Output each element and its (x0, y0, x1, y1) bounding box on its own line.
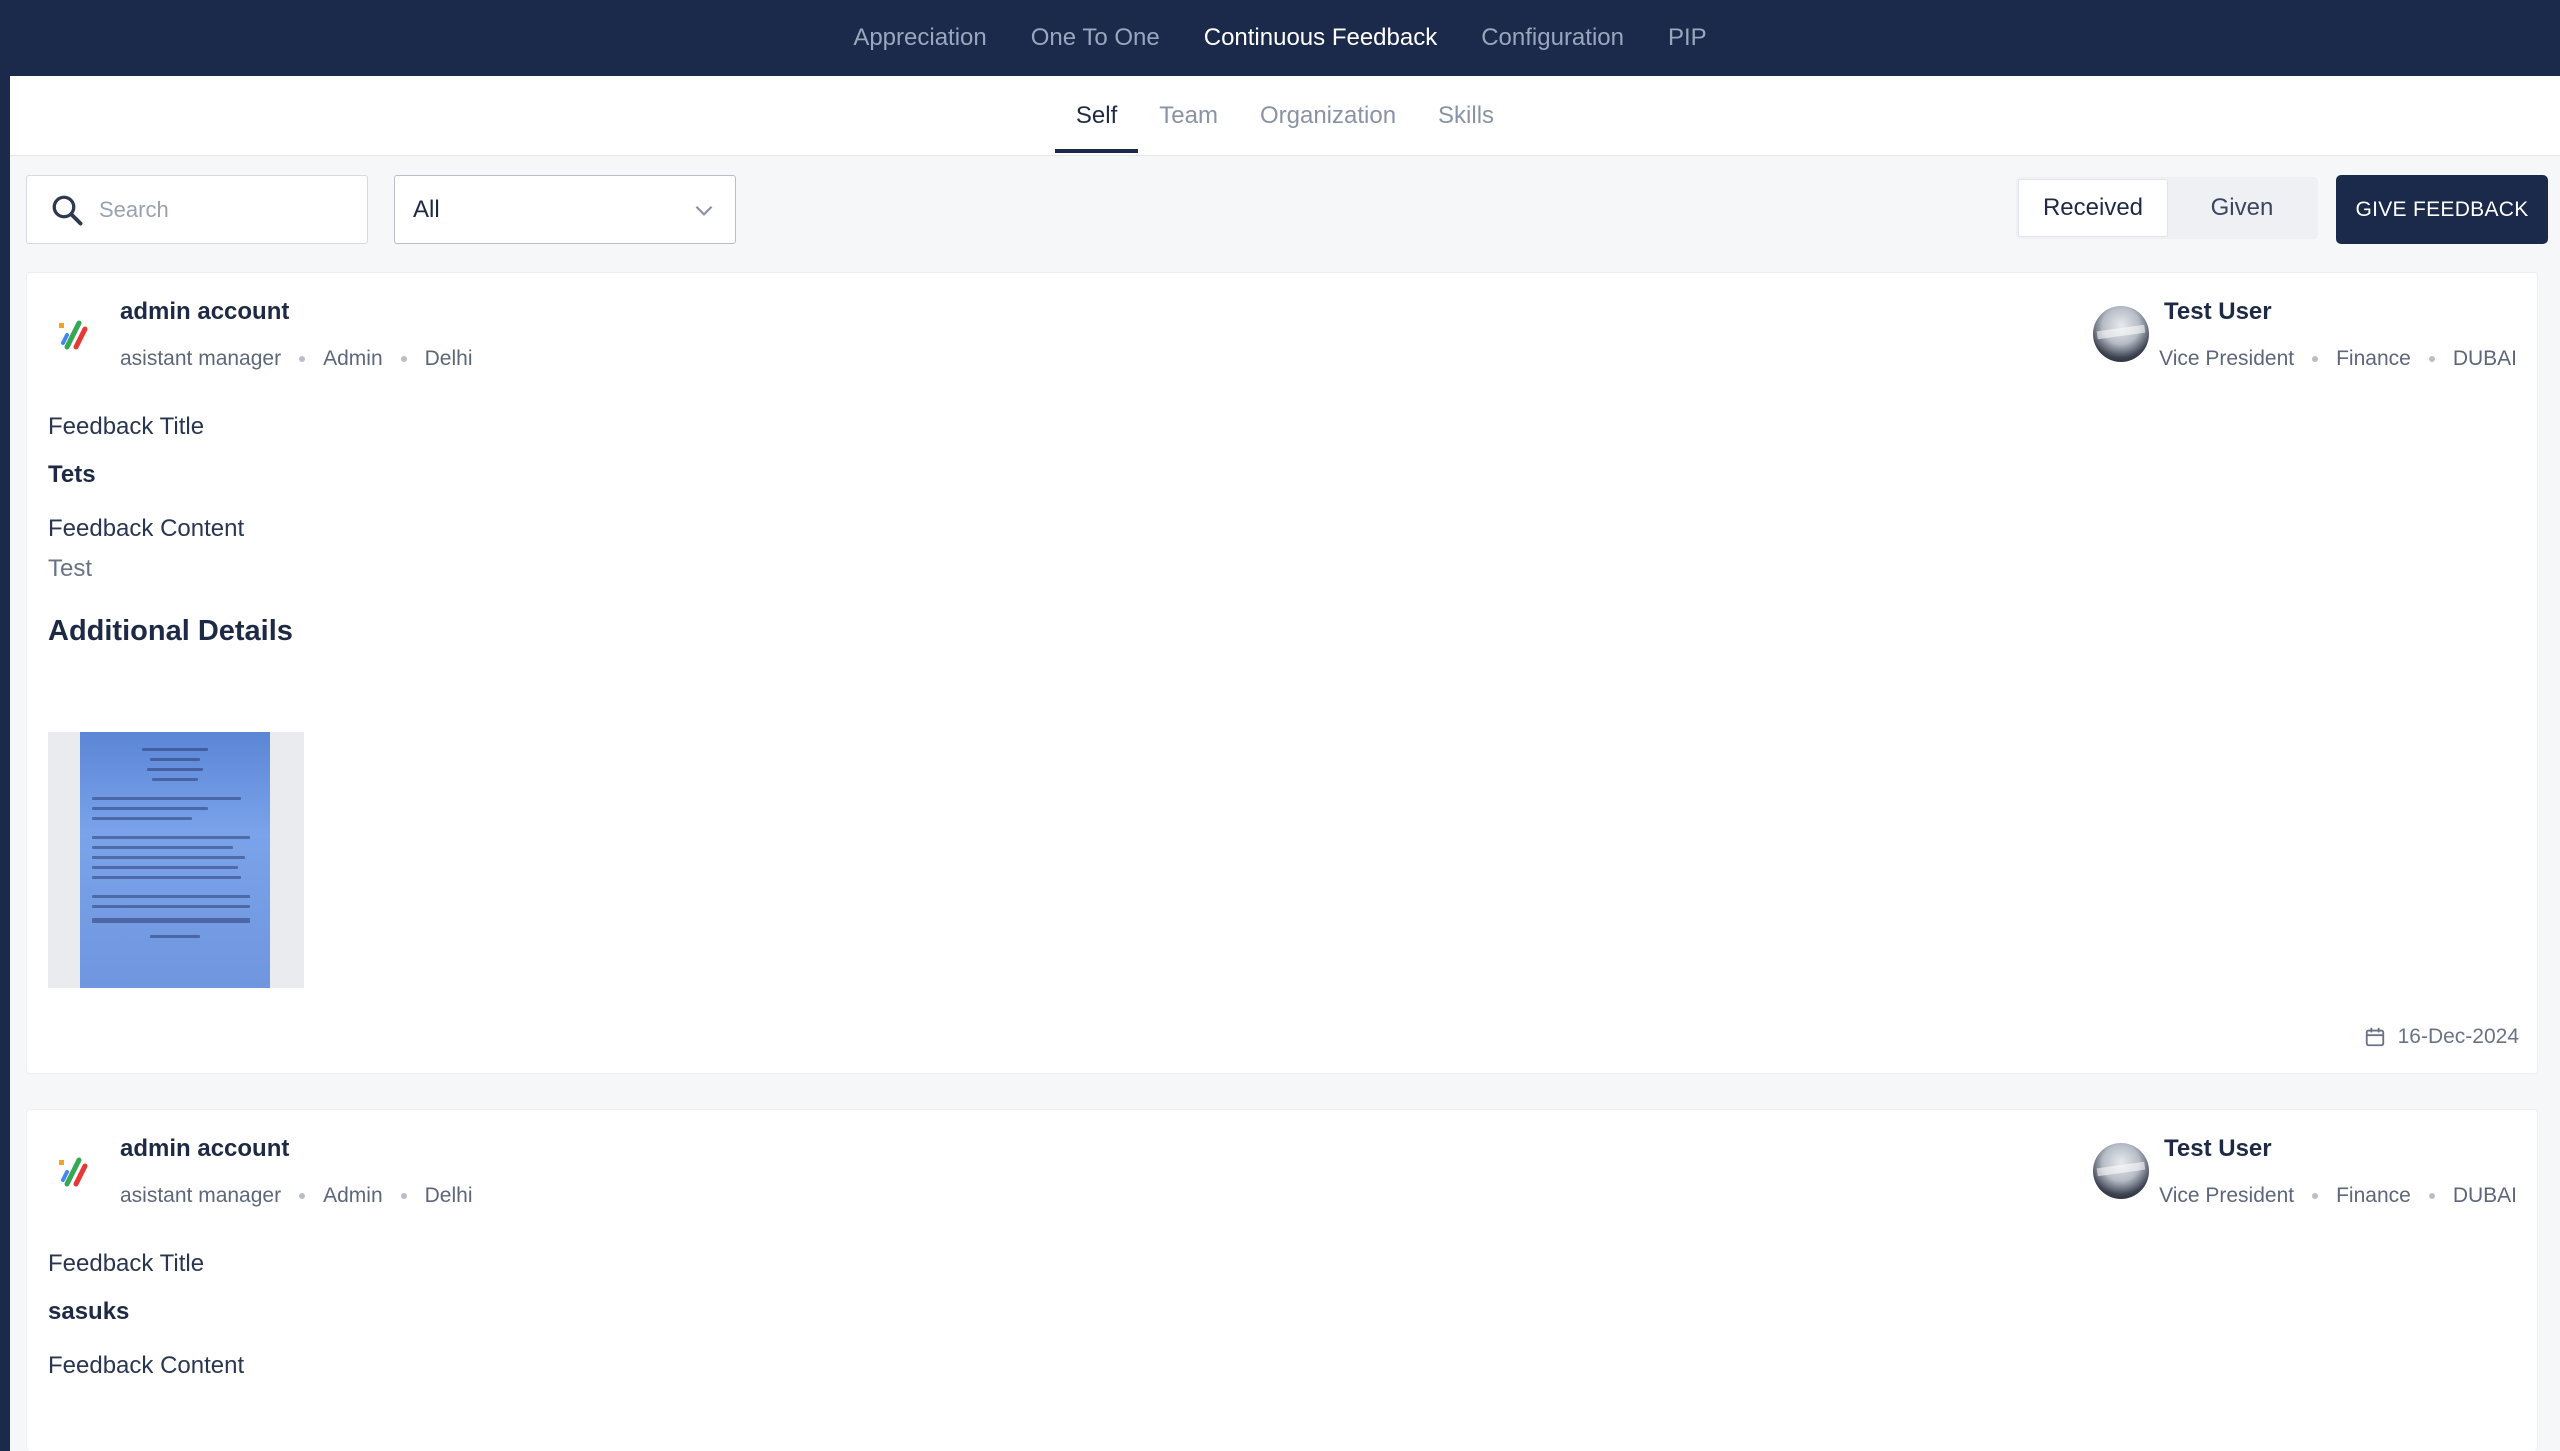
sub-tabs: Self Team Organization Skills (10, 76, 2560, 156)
separator-dot (299, 1193, 306, 1199)
receiver-location: DUBAI (2452, 1184, 2517, 1207)
receiver-designation: Vice President (2159, 347, 2295, 370)
tab-organization[interactable]: Organization (1239, 76, 1417, 155)
feedback-title: sasuks (48, 1298, 130, 1325)
nav-appreciation[interactable]: Appreciation (853, 24, 986, 52)
feedback-card: admin account asistant manager Admin Del… (26, 1109, 2538, 1451)
receiver-meta: Vice President Finance DUBAI (2159, 1184, 2517, 1208)
separator-dot (2428, 1193, 2435, 1199)
search-icon (52, 195, 83, 225)
give-feedback-button[interactable]: GIVE FEEDBACK (2336, 175, 2548, 244)
receiver-name: Test User (2164, 1135, 2272, 1162)
separator-dot (400, 356, 407, 362)
giver-location: Delhi (424, 1184, 473, 1207)
filter-select-value: All (413, 195, 440, 223)
calendar-icon (2365, 1027, 2384, 1047)
feedback-date-text: 16-Dec-2024 (2397, 1025, 2519, 1048)
feedback-content-label: Feedback Content (48, 515, 245, 542)
nav-pip[interactable]: PIP (1668, 24, 1707, 52)
receiver-name: Test User (2164, 298, 2272, 325)
tab-self[interactable]: Self (1054, 76, 1139, 155)
filter-select[interactable]: All (394, 175, 736, 244)
attachment-thumbnail[interactable] (48, 732, 304, 988)
separator-dot (400, 1193, 407, 1199)
additional-details-heading: Additional Details (48, 615, 293, 647)
giver-designation: asistant manager (120, 347, 282, 370)
feedback-title-label: Feedback Title (48, 413, 205, 440)
tab-skills[interactable]: Skills (1417, 76, 1515, 155)
giver-name: admin account (120, 1135, 290, 1162)
nav-continuous-feedback[interactable]: Continuous Feedback (1204, 24, 1437, 52)
feedback-content-label: Feedback Content (48, 1352, 245, 1379)
search-box[interactable] (26, 175, 368, 244)
separator-dot (299, 356, 306, 362)
giver-role: Admin (323, 1184, 383, 1207)
toggle-given[interactable]: Given (2168, 179, 2316, 237)
giver-location: Delhi (424, 347, 473, 370)
separator-dot (2428, 356, 2435, 362)
toggle-received[interactable]: Received (2018, 179, 2168, 237)
receipt-image (80, 732, 270, 988)
separator-dot (2312, 356, 2319, 362)
giver-designation: asistant manager (120, 1184, 282, 1207)
receiver-meta: Vice President Finance DUBAI (2159, 347, 2517, 371)
avatar (2093, 306, 2149, 362)
company-logo-icon (59, 1157, 88, 1187)
nav-configuration[interactable]: Configuration (1481, 24, 1624, 52)
giver-meta: asistant manager Admin Delhi (120, 347, 472, 371)
received-given-toggle: Received Given (2016, 177, 2318, 239)
chevron-down-icon (695, 205, 713, 216)
receiver-location: DUBAI (2452, 347, 2517, 370)
giver-role: Admin (323, 347, 383, 370)
giver-meta: asistant manager Admin Delhi (120, 1184, 472, 1208)
search-input[interactable] (99, 196, 339, 223)
separator-dot (2312, 1193, 2319, 1199)
giver-name: admin account (120, 298, 290, 325)
feedback-content: Test (48, 555, 93, 582)
receiver-department: Finance (2336, 347, 2411, 370)
feedback-title-label: Feedback Title (48, 1250, 205, 1277)
avatar (2093, 1143, 2149, 1199)
feedback-title: Tets (48, 461, 96, 488)
nav-one-to-one[interactable]: One To One (1031, 24, 1160, 52)
feedback-card: admin account asistant manager Admin Del… (26, 272, 2538, 1074)
receiver-department: Finance (2336, 1184, 2411, 1207)
feedback-date: 16-Dec-2024 (2364, 1025, 2519, 1049)
left-edge-strip (0, 0, 10, 1451)
top-navigation: Appreciation One To One Continuous Feedb… (0, 0, 2560, 76)
company-logo-icon (59, 320, 88, 350)
tab-team[interactable]: Team (1138, 76, 1239, 155)
receiver-designation: Vice President (2159, 1184, 2295, 1207)
